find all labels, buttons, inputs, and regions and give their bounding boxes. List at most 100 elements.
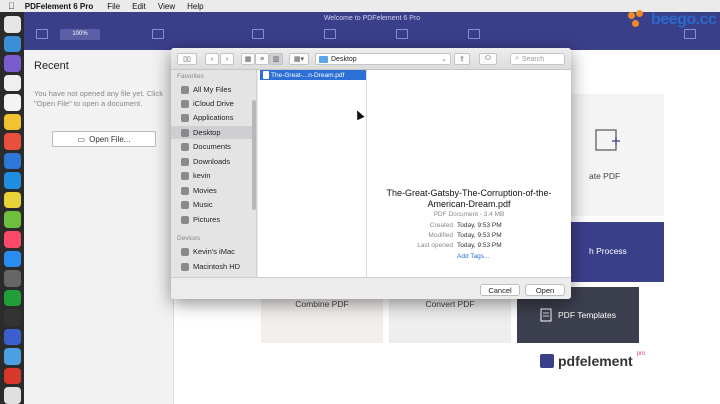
sidebar-item-macintosh-hd[interactable]: Macintosh HD xyxy=(171,260,257,273)
menu-edit[interactable]: Edit xyxy=(132,2,146,11)
tag-icon: ⬭ xyxy=(485,55,491,62)
pdf-templates-label: PDF Templates xyxy=(558,310,616,320)
zoom-field[interactable]: 100% xyxy=(60,29,100,40)
open-file-dialog: ▯▯ ‹ › ▦ ≡ ▥ ▦▾ Desktop ⌄ ⇪ ⬭ ⌕ Search F… xyxy=(171,48,571,299)
beego-watermark: beego.cc xyxy=(628,9,717,31)
calendar-icon[interactable] xyxy=(3,94,21,111)
sidebar-item-label: Desktop xyxy=(193,128,221,137)
window-title: Welcome to PDFelement 6 Pro xyxy=(323,15,421,22)
share-button[interactable]: ⇪ xyxy=(454,53,470,65)
applications-icon xyxy=(181,113,189,122)
sidebar-item-movies[interactable]: Movies xyxy=(171,184,257,197)
system-preferences-icon[interactable] xyxy=(3,270,21,287)
chevron-left-icon: ‹ xyxy=(210,55,214,63)
file-name: The-Great-...n-Dream.pdf xyxy=(271,71,345,79)
add-tags-link[interactable]: Add Tags... xyxy=(457,253,489,260)
facetime-icon[interactable] xyxy=(3,211,21,229)
chrome-icon[interactable] xyxy=(3,191,21,209)
open-file-button[interactable]: ▭ Open File... xyxy=(52,131,156,147)
edit-icon[interactable] xyxy=(152,29,164,39)
notes-icon[interactable] xyxy=(3,113,21,131)
folder-icon[interactable] xyxy=(3,348,21,365)
pdfelement-icon[interactable] xyxy=(3,152,21,170)
meta-created: Created Today, 9:53 PM xyxy=(367,222,571,232)
location-popup[interactable]: Desktop ⌄ xyxy=(315,53,451,65)
comment-icon[interactable] xyxy=(324,29,336,39)
sidebar-item-label: Documents xyxy=(193,142,231,151)
finder-icon[interactable] xyxy=(3,16,21,33)
terminal-icon[interactable] xyxy=(3,309,21,326)
sidebar-icon: ▯▯ xyxy=(183,56,191,63)
sidebar-toggle-button[interactable]: ▯▯ xyxy=(177,53,197,65)
menu-view[interactable]: View xyxy=(158,2,175,11)
bee-logo-icon xyxy=(628,10,648,30)
app2-icon[interactable] xyxy=(3,367,21,385)
view-icon[interactable] xyxy=(36,29,48,39)
photos-icon[interactable] xyxy=(3,55,21,72)
sidebar-item-kevins-imac[interactable]: Kevin's iMac xyxy=(171,245,257,258)
camtasia-icon[interactable] xyxy=(3,289,21,307)
icon-view-button[interactable]: ▦ xyxy=(241,53,255,65)
group-button[interactable]: ▦▾ xyxy=(289,53,309,65)
list-view-button[interactable]: ≡ xyxy=(255,53,269,65)
sidebar-item-all-my-files[interactable]: All My Files xyxy=(171,83,257,96)
app-menu[interactable]: PDFelement 6 Pro xyxy=(25,2,93,11)
batch-process-label: h Process xyxy=(589,246,627,256)
share-icon: ⇪ xyxy=(459,56,465,63)
imac-icon xyxy=(181,247,189,256)
sidebar-item-applications[interactable]: Applications xyxy=(171,111,257,124)
folder-icon: ▭ xyxy=(77,134,86,144)
tag-button[interactable]: ⬭ xyxy=(479,53,497,65)
meta-key: Last opened xyxy=(417,242,453,249)
pdf-file-icon xyxy=(263,71,269,79)
menu-help[interactable]: Help xyxy=(187,2,203,11)
brand-name: pdfelement xyxy=(558,353,633,369)
sidebar-item-icloud-drive[interactable]: iCloud Drive xyxy=(171,97,257,110)
sidebar-item-label: Pictures xyxy=(193,215,221,224)
contacts-icon[interactable] xyxy=(3,74,21,92)
photos-app-icon[interactable] xyxy=(3,133,21,150)
menu-file[interactable]: File xyxy=(107,2,120,11)
sidebar-scrollbar[interactable] xyxy=(252,100,256,210)
form-icon[interactable] xyxy=(396,29,408,39)
protect-icon[interactable] xyxy=(468,29,480,39)
cancel-button[interactable]: Cancel xyxy=(480,284,520,296)
forward-button[interactable]: › xyxy=(220,53,234,65)
meta-modified: Modified Today, 9:53 PM xyxy=(367,232,571,242)
search-icon: ⌕ xyxy=(515,55,519,62)
dialog-toolbar: ▯▯ ‹ › ▦ ≡ ▥ ▦▾ Desktop ⌄ ⇪ ⬭ ⌕ Search xyxy=(171,48,571,70)
create-pdf-label: ate PDF xyxy=(589,171,621,181)
sidebar-item-label: Macintosh HD xyxy=(193,262,241,271)
itunes-icon[interactable] xyxy=(3,231,21,248)
sidebar-item-documents[interactable]: Documents xyxy=(171,140,257,153)
group-icon: ▦▾ xyxy=(293,56,305,63)
select-icon[interactable] xyxy=(252,29,264,39)
chevron-right-icon: › xyxy=(225,55,229,63)
preview-column: The-Great-Gatsby-The-Corruption-of-the-A… xyxy=(367,70,571,277)
sidebar-item-music[interactable]: Music xyxy=(171,198,257,211)
sidebar-item-kevin[interactable]: kevin xyxy=(171,169,257,182)
messages-icon[interactable] xyxy=(3,172,21,189)
recent-title: Recent xyxy=(34,60,69,72)
desktop-folder-icon xyxy=(319,55,328,63)
chevron-down-icon: ⌄ xyxy=(441,56,447,63)
open-button[interactable]: Open xyxy=(525,284,565,296)
meta-value: Today, 9:53 PM xyxy=(457,222,502,229)
column-view-button[interactable]: ▥ xyxy=(269,53,283,65)
back-button[interactable]: ‹ xyxy=(205,53,219,65)
sidebar-item-desktop[interactable]: Desktop xyxy=(171,126,257,139)
search-placeholder: Search xyxy=(521,55,545,63)
sidebar-item-label: Music xyxy=(193,200,213,209)
downloads-icon xyxy=(181,157,189,166)
safari-icon[interactable] xyxy=(3,35,21,53)
app-icon[interactable] xyxy=(3,328,21,346)
app-store-icon[interactable] xyxy=(3,250,21,268)
sidebar-item-label: kevin xyxy=(193,171,211,180)
sidebar-item-downloads[interactable]: Downloads xyxy=(171,155,257,168)
sidebar-item-label: All My Files xyxy=(193,85,232,94)
apple-icon[interactable]:  xyxy=(8,1,15,11)
trash-icon[interactable] xyxy=(3,387,21,404)
sidebar-item-pictures[interactable]: Pictures xyxy=(171,213,257,226)
search-field[interactable]: ⌕ Search xyxy=(510,53,565,65)
selected-file-item[interactable]: The-Great-...n-Dream.pdf xyxy=(260,70,366,80)
